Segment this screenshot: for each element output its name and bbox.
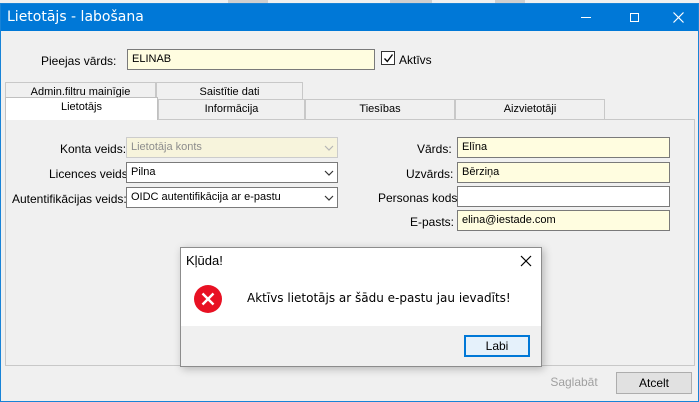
ok-button[interactable]: Labi <box>464 335 530 357</box>
cancel-button[interactable]: Atcelt <box>616 372 692 394</box>
tab-information[interactable]: Informācija <box>158 99 305 119</box>
minimize-button[interactable] <box>563 4 609 31</box>
access-name-label: Pieejas vārds: <box>41 54 117 68</box>
maximize-icon <box>629 13 639 22</box>
dialog-title: Kļūda! <box>186 253 223 268</box>
dialog-footer: Labi <box>181 326 541 366</box>
maximize-button[interactable] <box>611 4 657 31</box>
user-edit-window: Lietotājs - labošana Pieejas vārds: ELIN… <box>0 3 699 402</box>
save-button[interactable]: Saglabāt <box>541 372 607 394</box>
close-icon <box>672 12 684 23</box>
error-icon <box>194 285 222 313</box>
email-label: E-pasts: <box>410 215 455 229</box>
access-name-input[interactable]: ELINAB <box>127 49 375 70</box>
tab-user[interactable]: Lietotājs <box>5 97 158 120</box>
personal-code-input[interactable] <box>457 186 670 207</box>
last-name-label: Uzvārds: <box>406 167 454 181</box>
account-type-value: Lietotāja konts <box>131 141 202 153</box>
account-type-select: Lietotāja konts <box>126 137 338 158</box>
dialog-message: Aktīvs lietotājs ar šādu e-pastu jau iev… <box>247 291 511 305</box>
window-title: Lietotājs - labošana <box>7 9 144 25</box>
close-icon[interactable] <box>518 253 534 269</box>
minimize-icon <box>581 17 591 18</box>
chevron-down-icon <box>324 145 334 151</box>
chevron-down-icon <box>324 195 334 201</box>
chevron-down-icon <box>324 170 334 176</box>
first-name-input[interactable]: Elīna <box>457 137 670 158</box>
email-input[interactable]: elina@iestade.com <box>457 210 670 231</box>
account-type-label: Konta veids: <box>60 142 127 156</box>
active-checkbox[interactable] <box>381 51 395 65</box>
auth-type-label: Autentifikācijas veids: <box>12 192 127 206</box>
license-type-select[interactable]: Pilna <box>126 162 338 183</box>
license-type-value: Pilna <box>131 166 156 178</box>
checkmark-icon <box>384 54 394 63</box>
auth-type-select[interactable]: OIDC autentifikācija ar e-pastu <box>126 187 338 208</box>
last-name-input[interactable]: Bērziņa <box>457 162 670 183</box>
license-type-label: Licences veids: <box>49 167 132 181</box>
tab-substitutes[interactable]: Aizvietotāji <box>455 99 605 119</box>
active-label: Aktīvs <box>399 53 432 67</box>
personal-code-label: Personas kods: <box>378 191 461 205</box>
first-name-label: Vārds: <box>417 142 452 156</box>
error-dialog: Kļūda! Aktīvs lietotājs ar šādu e-pastu … <box>180 247 542 367</box>
tab-permissions[interactable]: Tiesības <box>305 99 455 119</box>
auth-type-value: OIDC autentifikācija ar e-pastu <box>131 191 281 203</box>
close-window-button[interactable] <box>655 4 698 31</box>
title-bar[interactable]: Lietotājs - labošana <box>1 4 698 31</box>
